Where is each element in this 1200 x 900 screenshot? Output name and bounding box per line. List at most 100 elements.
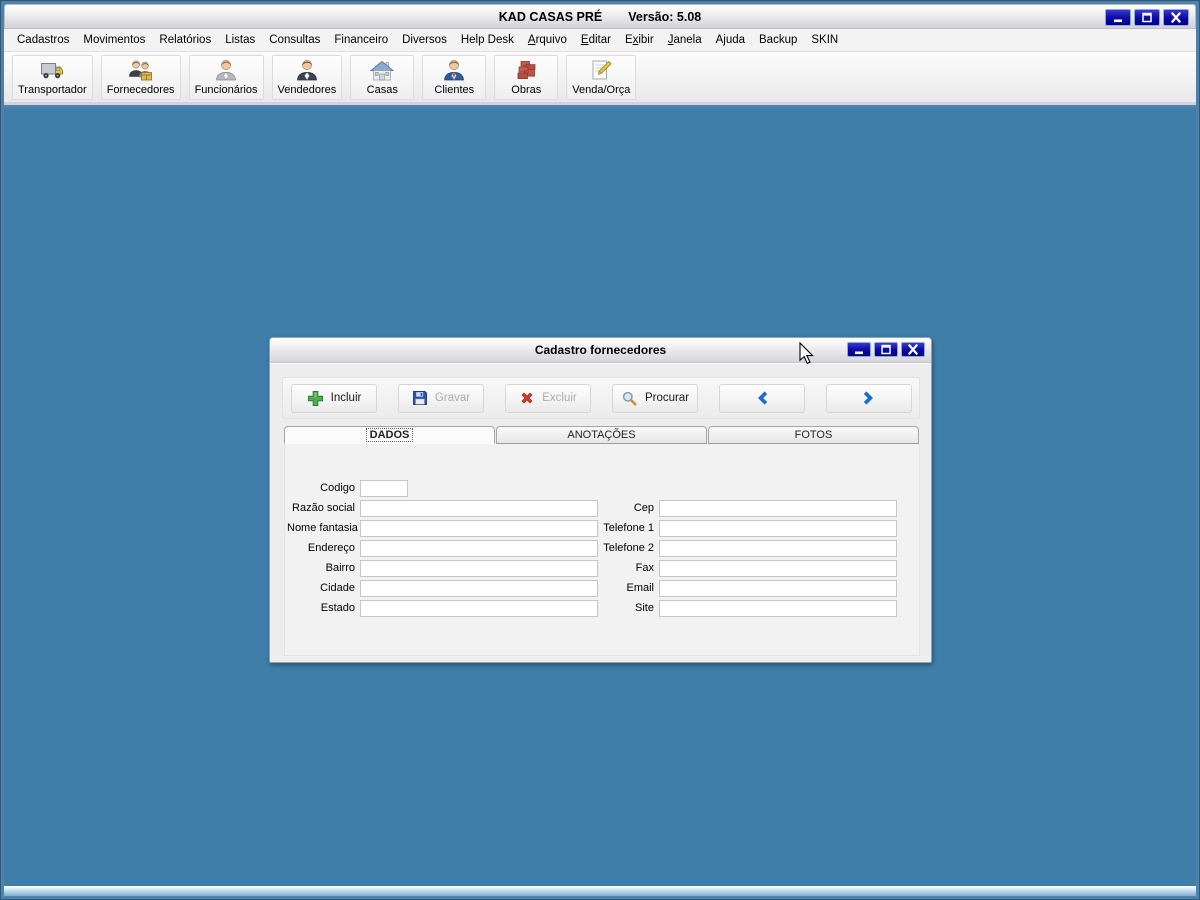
toolbar-button-label: Transportador	[18, 84, 87, 97]
dialog-body: IncluirGravarExcluirProcurar DADOSANOTAÇ…	[270, 363, 931, 662]
menu-bar: CadastrosMovimentosRelatóriosListasConsu…	[4, 29, 1196, 52]
field-label-nome-fantasia: Nome fantasia	[287, 522, 360, 534]
minimize-button[interactable]	[847, 342, 871, 357]
field-row-bairro: Bairro	[287, 558, 598, 578]
menu-item-consultas[interactable]: Consultas	[262, 29, 327, 51]
incluir-button[interactable]: Incluir	[291, 384, 377, 413]
dialog-titlebar[interactable]: Cadastro fornecedores	[270, 338, 931, 363]
endereco-input[interactable]	[360, 540, 598, 557]
toolbar-button-obras[interactable]: Obras	[494, 55, 558, 100]
menu-item-relatorios[interactable]: Relatórios	[152, 29, 218, 51]
next-icon	[860, 389, 878, 407]
field-label-fax: Fax	[585, 562, 659, 574]
toolbar-button-venda-orca[interactable]: Venda/Orça	[566, 55, 636, 100]
field-label-site: Site	[585, 602, 659, 614]
menu-item-editar[interactable]: Editar	[574, 29, 618, 51]
toolbar-button-label: Fornecedores	[107, 84, 175, 97]
dialog-title: Cadastro fornecedores	[535, 343, 666, 357]
field-row-telefone-1: Telefone 1	[585, 518, 897, 538]
app-title-group: KAD CASAS PRÉ Versão: 5.08	[499, 10, 701, 24]
field-row-endereco: Endereço	[287, 538, 598, 558]
truck-icon	[39, 58, 65, 84]
menu-item-exibir[interactable]: Exibir	[618, 29, 661, 51]
field-label-telefone-1: Telefone 1	[585, 522, 659, 534]
cep-input[interactable]	[659, 500, 897, 517]
telefone-2-input[interactable]	[659, 540, 897, 557]
app-title: KAD CASAS PRÉ	[499, 10, 603, 24]
minimize-button[interactable]	[1105, 9, 1131, 26]
tab-label: ANOTAÇÕES	[567, 429, 635, 441]
fax-input[interactable]	[659, 560, 897, 577]
house-icon	[369, 58, 395, 84]
search-icon	[621, 390, 638, 407]
close-button[interactable]	[1163, 9, 1189, 26]
menu-item-arquivo[interactable]: Arquivo	[521, 29, 574, 51]
tab-fotos[interactable]: FOTOS	[708, 426, 919, 444]
toolbar-button-label: Funcionários	[195, 84, 258, 97]
tab-page-dados: CodigoRazão socialNome fantasiaEndereçoB…	[284, 444, 920, 656]
dialog-tab-strip: DADOS ANOTAÇÕES FOTOS	[284, 426, 920, 444]
prev-icon	[753, 389, 771, 407]
employee-icon	[214, 58, 238, 84]
codigo-input[interactable]	[360, 480, 408, 497]
nome-fantasia-input[interactable]	[360, 520, 598, 537]
toolbar-button-label: Obras	[511, 84, 541, 97]
menu-item-listas[interactable]: Listas	[218, 29, 262, 51]
close-icon	[906, 343, 920, 356]
toolbar-button-vendedores[interactable]: Vendedores	[272, 55, 343, 100]
button-label: Gravar	[435, 392, 470, 404]
window-bottom-edge	[4, 886, 1196, 896]
telefone-1-input[interactable]	[659, 520, 897, 537]
bairro-input[interactable]	[360, 560, 598, 577]
tab-anotacoes[interactable]: ANOTAÇÕES	[496, 426, 707, 444]
minimize-icon	[852, 343, 866, 356]
estado-input[interactable]	[360, 600, 598, 617]
toolbar-button-label: Vendedores	[278, 84, 337, 97]
menu-item-movimentos[interactable]: Movimentos	[76, 29, 152, 51]
field-row-razao-social: Razão social	[287, 498, 598, 518]
minimize-icon	[1111, 11, 1125, 24]
menu-item-financeiro[interactable]: Financeiro	[327, 29, 395, 51]
prev-button[interactable]	[719, 384, 805, 413]
maximize-button[interactable]	[874, 342, 898, 357]
maximize-icon	[879, 343, 893, 356]
toolbar-button-label: Casas	[367, 84, 398, 97]
email-input[interactable]	[659, 580, 897, 597]
plus-icon	[307, 390, 324, 407]
maximize-icon	[1140, 11, 1154, 24]
toolbar-button-fornecedores[interactable]: Fornecedores	[101, 55, 181, 100]
delete-icon	[519, 390, 535, 406]
menu-item-cadastros[interactable]: Cadastros	[10, 29, 76, 51]
cidade-input[interactable]	[360, 580, 598, 597]
field-label-endereco: Endereço	[287, 542, 360, 554]
field-row-telefone-2: Telefone 2	[585, 538, 897, 558]
maximize-button[interactable]	[1134, 9, 1160, 26]
toolbar-button-transportador[interactable]: Transportador	[12, 55, 93, 100]
menu-item-backup[interactable]: Backup	[752, 29, 804, 51]
procurar-button[interactable]: Procurar	[612, 384, 698, 413]
razao-social-input[interactable]	[360, 500, 598, 517]
field-label-telefone-2: Telefone 2	[585, 542, 659, 554]
tab-dados[interactable]: DADOS	[284, 426, 495, 444]
menu-item-skin[interactable]: SKIN	[804, 29, 845, 51]
next-button[interactable]	[826, 384, 912, 413]
menu-item-diversos[interactable]: Diversos	[395, 29, 454, 51]
menu-item-help-desk[interactable]: Help Desk	[454, 29, 521, 51]
dialog-action-bar: IncluirGravarExcluirProcurar	[282, 377, 920, 419]
field-row-email: Email	[585, 578, 897, 598]
client-icon	[442, 58, 466, 84]
menu-item-ajuda[interactable]: Ajuda	[709, 29, 752, 51]
main-titlebar[interactable]: KAD CASAS PRÉ Versão: 5.08	[4, 4, 1196, 29]
bricks-icon	[513, 58, 539, 84]
field-row-nome-fantasia: Nome fantasia	[287, 518, 598, 538]
toolbar-button-clientes[interactable]: Clientes	[422, 55, 486, 100]
suppliers-icon	[128, 58, 154, 84]
close-button[interactable]	[901, 342, 925, 357]
toolbar-button-casas[interactable]: Casas	[350, 55, 414, 100]
main-window-controls	[1105, 9, 1189, 26]
site-input[interactable]	[659, 600, 897, 617]
menu-item-janela[interactable]: Janela	[661, 29, 709, 51]
field-row-estado: Estado	[287, 598, 598, 618]
toolbar-button-funcionarios[interactable]: Funcionários	[189, 55, 264, 100]
field-row-site: Site	[585, 598, 897, 618]
